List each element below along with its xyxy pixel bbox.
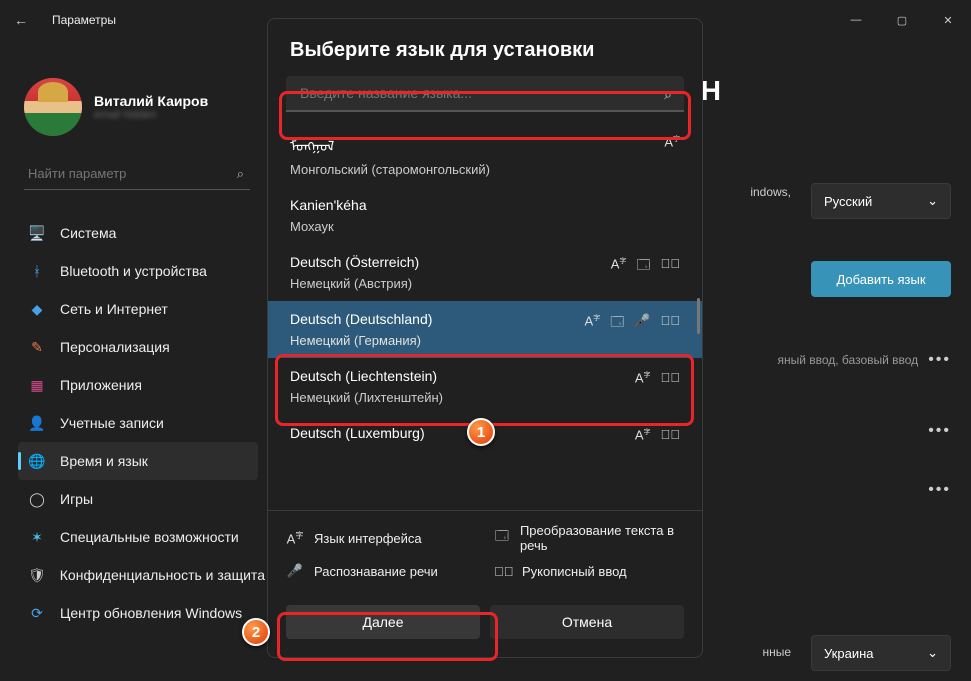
language-search-input[interactable] xyxy=(286,76,684,112)
sidebar-item-label: Время и язык xyxy=(60,453,148,469)
search-icon: ⌕ xyxy=(664,86,672,103)
mic-icon: 🎤 xyxy=(286,563,304,579)
minimize-button[interactable]: ― xyxy=(833,0,879,40)
sidebar-item-5[interactable]: 👤 Учетные записи xyxy=(18,404,258,442)
callout-2: 2 xyxy=(242,618,270,646)
add-language-button[interactable]: Добавить язык xyxy=(811,261,951,297)
more-icon[interactable]: ••• xyxy=(928,481,951,499)
display-lang-icon: A字 xyxy=(286,530,304,546)
sidebar-icon: ◯ xyxy=(28,490,46,508)
sidebar-item-label: Приложения xyxy=(60,377,142,393)
dropdown-value: Русский xyxy=(824,194,872,209)
sidebar-item-label: Конфиденциальность и защита xyxy=(60,567,265,583)
avatar xyxy=(24,78,82,136)
chevron-down-icon: ⌄ xyxy=(927,645,938,661)
chevron-down-icon: ⌄ xyxy=(927,193,938,209)
sidebar-search-input[interactable] xyxy=(24,158,250,190)
body-text: indows, xyxy=(750,185,791,199)
maximize-button[interactable]: ▢ xyxy=(879,0,925,40)
sidebar-icon: ▦ xyxy=(28,376,46,394)
dropdown-value: Украина xyxy=(824,646,874,661)
profile-name: Виталий Каиров xyxy=(94,93,208,109)
sidebar-item-label: Персонализация xyxy=(60,339,170,355)
language-local: Немецкий (Австрия) xyxy=(290,276,419,291)
region-dropdown[interactable]: Украина ⌄ xyxy=(811,635,951,671)
window-title: Параметры xyxy=(52,13,116,27)
pen-icon: ✎⃞ xyxy=(494,564,512,579)
search-icon: ⌕ xyxy=(237,166,244,182)
language-local: Монгольский (старомонгольский) xyxy=(290,162,490,177)
back-icon[interactable]: ← xyxy=(14,12,34,28)
sidebar: 🖥️ Система ᚼ Bluetooth и устройства ◆ Сеть и … xyxy=(18,214,258,632)
sidebar-icon: ◆ xyxy=(28,300,46,318)
sidebar-item-8[interactable]: ✶ Специальные возможности xyxy=(18,518,258,556)
language-feature-icons: A字✎⃞ xyxy=(635,427,680,442)
callout-1: 1 xyxy=(467,418,495,446)
language-native: Kanien'kéha xyxy=(290,197,367,213)
language-local: Мохаук xyxy=(290,219,367,234)
sidebar-item-label: Сеть и Интернет xyxy=(60,301,168,317)
language-feature-icons: A字✎⃞ xyxy=(635,370,680,385)
profile-block[interactable]: Виталий Каиров email hidden xyxy=(24,78,208,136)
language-item[interactable]: Deutsch (Liechtenstein) Немецкий (Лихтенш… xyxy=(268,358,702,415)
sidebar-icon: ⟳ xyxy=(28,604,46,622)
sidebar-item-label: Центр обновления Windows xyxy=(60,605,242,621)
language-feature-icons: A字🗔✎⃞ xyxy=(611,256,680,278)
sidebar-icon: 🛡 xyxy=(28,566,46,584)
language-list[interactable]: ᠮᠣᠩᠭᠣᠯ Монгольский (старомонгольский) A字 Ka… xyxy=(268,122,702,510)
sidebar-icon: ✎ xyxy=(28,338,46,356)
sidebar-item-label: Система xyxy=(60,225,116,241)
sidebar-icon: 🌐 xyxy=(28,452,46,470)
sidebar-item-label: Bluetooth и устройства xyxy=(60,263,207,279)
sidebar-item-label: Учетные записи xyxy=(60,415,164,431)
language-native: Deutsch (Liechtenstein) xyxy=(290,368,443,384)
cancel-button[interactable]: Отмена xyxy=(490,605,684,639)
sidebar-icon: 🖥️ xyxy=(28,224,46,242)
next-button[interactable]: Далее xyxy=(286,605,480,639)
language-local: Немецкий (Германия) xyxy=(290,333,432,348)
sidebar-item-7[interactable]: ◯ Игры xyxy=(18,480,258,518)
language-item[interactable]: Kanien'kéha Мохаук xyxy=(268,187,702,244)
language-native: Deutsch (Deutschland) xyxy=(290,311,432,327)
sidebar-item-1[interactable]: ᚼ Bluetooth и устройства xyxy=(18,252,258,290)
sidebar-icon: 👤 xyxy=(28,414,46,432)
sidebar-item-label: Специальные возможности xyxy=(60,529,239,545)
sidebar-item-4[interactable]: ▦ Приложения xyxy=(18,366,258,404)
more-icon[interactable]: ••• xyxy=(928,422,951,440)
language-item[interactable]: ᠮᠣᠩᠭᠣᠯ Монгольский (старомонгольский) A字 xyxy=(268,122,702,187)
language-native: Deutsch (Österreich) xyxy=(290,254,419,270)
sidebar-icon: ✶ xyxy=(28,528,46,546)
display-language-dropdown[interactable]: Русский ⌄ xyxy=(811,183,951,219)
sidebar-item-9[interactable]: 🛡Конфиденциальность и защита xyxy=(18,556,258,594)
language-item[interactable]: Deutsch (Österreich) Немецкий (Австрия) A字… xyxy=(268,244,702,301)
legend: A字Язык интерфейса 🗔Преобразование текста… xyxy=(268,510,702,591)
sidebar-item-6[interactable]: 🌐 Время и язык xyxy=(18,442,258,480)
body-text: нные xyxy=(762,645,791,659)
sidebar-item-label: Игры xyxy=(60,491,93,507)
sidebar-icon: ᚼ xyxy=(28,262,46,280)
sidebar-item-3[interactable]: ✎ Персонализация xyxy=(18,328,258,366)
profile-email: email hidden xyxy=(94,109,208,121)
language-native: Deutsch (Luxemburg) xyxy=(290,425,425,441)
language-local: Немецкий (Лихтенштейн) xyxy=(290,390,443,405)
dialog-title: Выберите язык для установки xyxy=(268,19,702,76)
close-button[interactable]: ✕ xyxy=(925,0,971,40)
language-tags: яный ввод, базовый ввод ••• xyxy=(777,351,951,369)
sidebar-item-10[interactable]: ⟳ Центр обновления Windows xyxy=(18,594,258,632)
language-feature-icons: A字 xyxy=(664,134,680,149)
choose-language-dialog: Выберите язык для установки ⌕ ᠮᠣᠩᠭᠣᠯ Монг… xyxy=(267,18,703,658)
scrollbar-thumb[interactable] xyxy=(697,298,700,334)
tts-icon: 🗔 xyxy=(494,527,510,549)
language-native: ᠮᠣᠩᠭᠣᠯ xyxy=(290,132,490,156)
language-item[interactable]: Deutsch (Deutschland) Немецкий (Германия)… xyxy=(268,301,702,358)
more-icon[interactable]: ••• xyxy=(928,351,951,369)
sidebar-item-0[interactable]: 🖥️ Система xyxy=(18,214,258,252)
sidebar-item-2[interactable]: ◆ Сеть и Интернет xyxy=(18,290,258,328)
language-feature-icons: A字🗔🎤✎⃞ xyxy=(585,313,680,335)
